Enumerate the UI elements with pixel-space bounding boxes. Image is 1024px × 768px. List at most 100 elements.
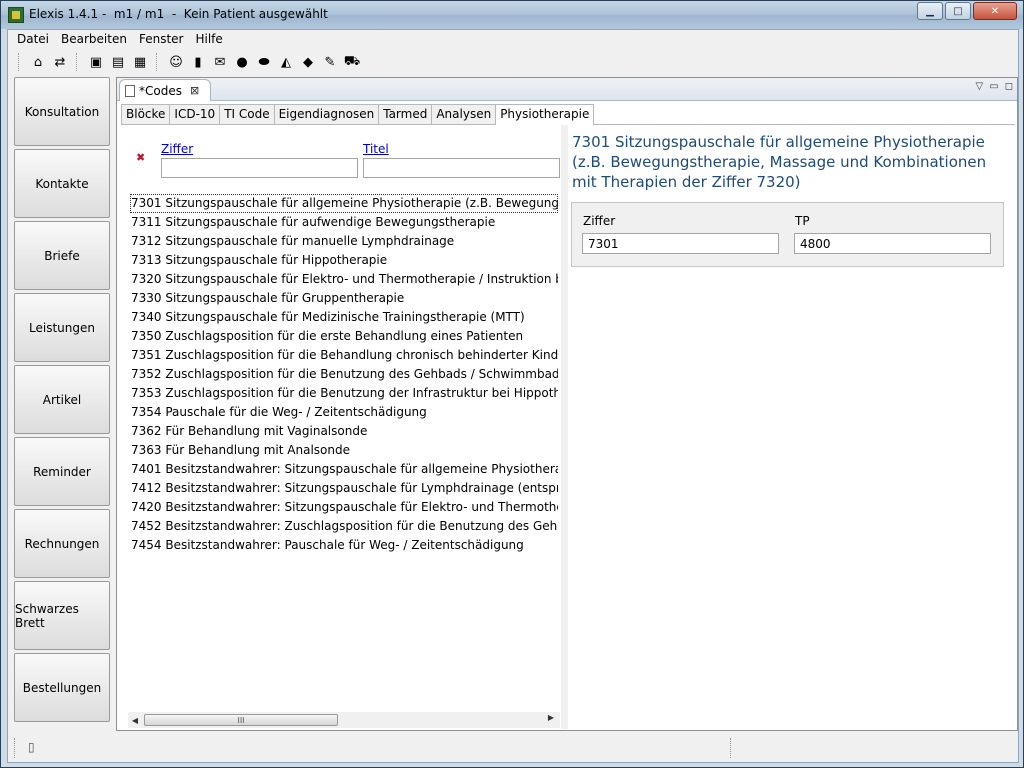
tab-codes-label: *Codes xyxy=(139,83,182,98)
status-bar: ▯ xyxy=(8,734,1018,762)
code-detail-pane: 7301 Sitzungspauschale für allgemeine Ph… xyxy=(568,125,1015,729)
elexis-logo-icon xyxy=(8,7,24,23)
list-item[interactable]: 7313 Sitzungspauschale für Hippotherapie xyxy=(130,251,558,270)
view-maximize-icon[interactable]: ◻ xyxy=(1005,81,1013,92)
list-item[interactable]: 7350 Zuschlagsposition für die erste Beh… xyxy=(130,327,558,346)
toolbar-separator xyxy=(18,53,22,71)
cone-icon[interactable]: ◭ xyxy=(276,52,296,72)
client-area: Datei Bearbeiten Fenster Hilfe ⌂ ⇄ ▣ ▤ ▦ ☺ ▮ ✉ ●… xyxy=(7,29,1019,763)
menu-fenster[interactable]: Fenster xyxy=(133,30,190,49)
code-list: 7301 Sitzungspauschale für allgemeine Ph… xyxy=(130,194,558,712)
tab-bl-cke[interactable]: Blöcke xyxy=(121,104,171,124)
ziffer-field[interactable]: 7301 xyxy=(582,233,779,254)
tab-codes[interactable]: *Codes ⊠ xyxy=(119,79,211,101)
coins-icon[interactable]: ● xyxy=(232,52,252,72)
tab-ti-code[interactable]: TI Code xyxy=(219,104,275,124)
pane-splitter[interactable] xyxy=(561,125,568,729)
sidebar-button-bestellungen[interactable]: Bestellungen xyxy=(14,653,110,722)
view-minimize-icon[interactable]: ▭ xyxy=(989,81,998,92)
scroll-right-icon[interactable]: ▶ xyxy=(544,713,558,722)
titel-filter-input[interactable] xyxy=(363,158,560,178)
sidebar-button-schwarzes-brett[interactable]: Schwarzes Brett xyxy=(14,581,110,650)
book-icon[interactable]: ▮ xyxy=(188,52,208,72)
titel-column-link[interactable]: Titel xyxy=(363,142,389,156)
pill-icon[interactable]: ⬬ xyxy=(254,52,274,72)
window-icon[interactable]: ▣ xyxy=(86,52,106,72)
main-toolbar: ⌂ ⇄ ▣ ▤ ▦ ☺ ▮ ✉ ● ⬬ ◭ ◆ ✎ ⛟ xyxy=(8,50,1018,74)
close-tab-icon[interactable]: ⊠ xyxy=(190,84,199,97)
list-item[interactable]: 7353 Zuschlagsposition für die Benutzung… xyxy=(130,384,558,403)
list-item[interactable]: 7362 Für Behandlung mit Vaginalsonde xyxy=(130,422,558,441)
codes-view: *Codes ⊠ ▽ ▭ ◻ Blöcke ICD-10 TI Code Eigend… xyxy=(116,77,1018,731)
close-button[interactable]: ✕ xyxy=(973,2,1017,20)
list-item[interactable]: 7320 Sitzungspauschale für Elektro- und … xyxy=(130,270,558,289)
scroll-left-icon[interactable]: ◀ xyxy=(128,716,142,725)
menu-datei[interactable]: Datei xyxy=(11,30,55,49)
money-icon[interactable]: ◆ xyxy=(298,52,318,72)
pencil-icon[interactable]: ✎ xyxy=(320,52,340,72)
perspective-sidebar: Konsultation Kontakte Briefe Leistungen Arti… xyxy=(14,77,112,759)
ziffer-column-link[interactable]: Ziffer xyxy=(161,142,193,156)
ziffer-filter-input[interactable] xyxy=(161,158,358,178)
code-list-pane: ✖ Ziffer Titel 7301 Sitzungspauschale fü… xyxy=(125,125,560,729)
cart-icon[interactable]: ⛟ xyxy=(342,52,362,72)
tp-label: TP xyxy=(795,214,810,228)
list-item[interactable]: 7401 Besitzstandwahrer: Sitzungspauschal… xyxy=(130,460,558,479)
mail-icon[interactable]: ✉ xyxy=(210,52,230,72)
tab-icd-10[interactable]: ICD-10 xyxy=(169,104,221,124)
view-menu-icon[interactable]: ▽ xyxy=(976,81,984,92)
list-item[interactable]: 7352 Zuschlagsposition für die Benutzung… xyxy=(130,365,558,384)
sidebar-button-artikel[interactable]: Artikel xyxy=(14,365,110,434)
tab-tarmed[interactable]: Tarmed xyxy=(378,104,433,124)
fast-view-icon[interactable]: ▯ xyxy=(28,740,35,754)
tab-eigendiagnosen[interactable]: Eigendiagnosen xyxy=(273,104,380,124)
list-item[interactable]: 7311 Sitzungspauschale für aufwendige Be… xyxy=(130,213,558,232)
scroll-grip: III xyxy=(237,715,245,725)
sidebar-button-reminder[interactable]: Reminder xyxy=(14,437,110,506)
menu-bar: Datei Bearbeiten Fenster Hilfe xyxy=(8,30,1018,49)
list-item[interactable]: 7412 Besitzstandwahrer: Sitzungspauschal… xyxy=(130,479,558,498)
people-icon[interactable]: ☺ xyxy=(166,52,186,72)
list-item[interactable]: 7301 Sitzungspauschale für allgemeine Ph… xyxy=(130,194,558,213)
list-item[interactable]: 7351 Zuschlagsposition für die Behandlun… xyxy=(130,346,558,365)
sidebar-button-kontakte[interactable]: Kontakte xyxy=(14,149,110,218)
list-item[interactable]: 7340 Sitzungspauschale für Medizinische … xyxy=(130,308,558,327)
window-list-icon[interactable]: ▤ xyxy=(108,52,128,72)
sidebar-button-konsultation[interactable]: Konsultation xyxy=(14,77,110,146)
sync-icon[interactable]: ⇄ xyxy=(50,52,70,72)
menu-hilfe[interactable]: Hilfe xyxy=(189,30,228,49)
list-item[interactable]: 7354 Pauschale für die Weg- / Zeitentsch… xyxy=(130,403,558,422)
home-icon[interactable]: ⌂ xyxy=(28,52,48,72)
window-title: Elexis 1.4.1 - m1 / m1 - Kein Patient au… xyxy=(29,7,328,21)
scroll-thumb[interactable]: III xyxy=(144,714,338,726)
view-tab-bar: *Codes ⊠ ▽ ▭ ◻ xyxy=(117,78,1017,101)
status-separator xyxy=(14,738,15,758)
detail-title: 7301 Sitzungspauschale für allgemeine Ph… xyxy=(572,133,987,191)
tab-analysen[interactable]: Analysen xyxy=(431,104,497,124)
sidebar-button-rechnungen[interactable]: Rechnungen xyxy=(14,509,110,578)
list-item[interactable]: 7330 Sitzungspauschale für Gruppentherap… xyxy=(130,289,558,308)
list-item[interactable]: 7312 Sitzungspauschale für manuelle Lymp… xyxy=(130,232,558,251)
clear-filter-icon[interactable]: ✖ xyxy=(136,151,145,164)
maximize-button[interactable]: □ xyxy=(945,2,971,20)
tab-physiotherapie[interactable]: Physiotherapie xyxy=(495,104,595,125)
status-separator xyxy=(730,738,731,758)
list-item[interactable]: 7454 Besitzstandwahrer: Pauschale für We… xyxy=(130,536,558,555)
app-window: Elexis 1.4.1 - m1 / m1 - Kein Patient au… xyxy=(0,0,1024,768)
list-item[interactable]: 7420 Besitzstandwahrer: Sitzungspauschal… xyxy=(130,498,558,517)
tp-field[interactable]: 4800 xyxy=(794,233,991,254)
document-icon xyxy=(125,84,135,97)
sidebar-button-briefe[interactable]: Briefe xyxy=(14,221,110,290)
sidebar-button-leistungen[interactable]: Leistungen xyxy=(14,293,110,362)
toolbar-separator xyxy=(156,53,160,71)
detail-fields: Ziffer TP 7301 4800 xyxy=(571,202,1004,267)
list-item[interactable]: 7363 Für Behandlung mit Analsonde xyxy=(130,441,558,460)
window-controls: ▁ □ ✕ xyxy=(917,2,1017,20)
menu-bearbeiten[interactable]: Bearbeiten xyxy=(55,30,133,49)
horizontal-scrollbar[interactable]: ◀ III ▶ xyxy=(128,712,560,728)
title-bar[interactable]: Elexis 1.4.1 - m1 / m1 - Kein Patient au… xyxy=(1,1,1023,29)
code-system-tabs: Blöcke ICD-10 TI Code Eigendiagnosen Tarmed A… xyxy=(121,104,595,125)
list-item[interactable]: 7452 Besitzstandwahrer: Zuschlagspositio… xyxy=(130,517,558,536)
minimize-button[interactable]: ▁ xyxy=(917,2,943,20)
window-edit-icon[interactable]: ▦ xyxy=(130,52,150,72)
